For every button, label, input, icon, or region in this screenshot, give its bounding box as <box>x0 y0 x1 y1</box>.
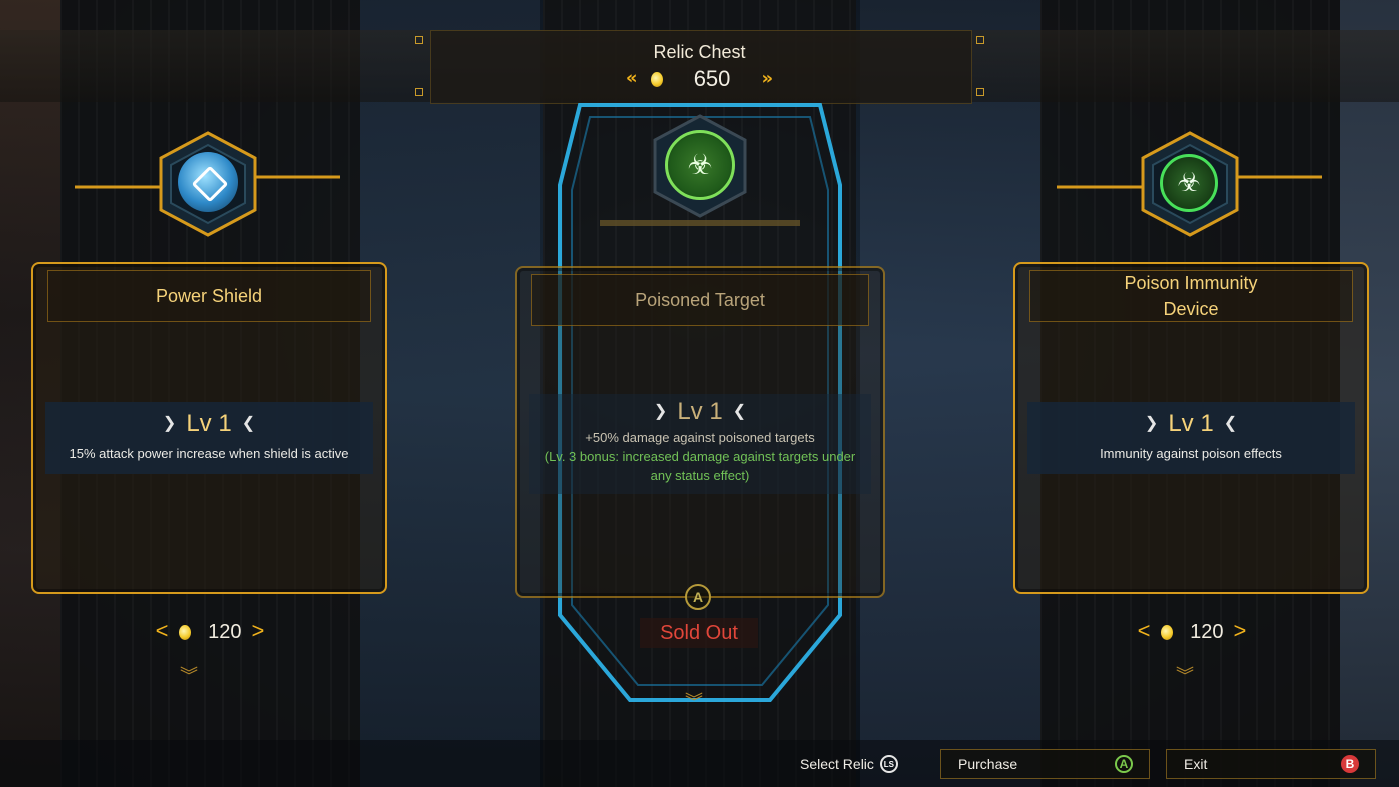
chevron-right-icon: > <box>251 618 265 643</box>
biohazard-target-icon: ☣ <box>665 130 735 200</box>
down-chevron-icon: ︾ <box>180 666 198 687</box>
purchase-button[interactable]: Purchase A <box>940 749 1150 779</box>
currency-display: « 650 » <box>0 66 1399 96</box>
relic-description: Immunity against poison effects <box>1100 446 1282 461</box>
relic-name: Poisoned Target <box>531 274 869 326</box>
chevron-right-icon: » <box>761 67 774 89</box>
b-button-icon: B <box>1341 755 1359 773</box>
relic-chest-title: Relic Chest <box>653 42 746 62</box>
chevron-left-icon: « <box>625 67 638 89</box>
relic-bonus-line: any status effect) <box>650 468 750 483</box>
sold-out-label: Sold Out <box>640 618 758 648</box>
relic-name: Power Shield <box>47 270 371 322</box>
relic-price: < 120 > <box>1137 618 1247 643</box>
relic-card-poisoned-target[interactable]: Poisoned Target ❯ Lv 1 ❮ +50% damage again… <box>515 266 885 598</box>
relic-level: ❯ Lv 1 ❮ <box>653 398 747 425</box>
select-relic-hint: Select Relic LS <box>800 755 898 773</box>
biohazard-icon: ☣ <box>1160 154 1218 212</box>
a-button-icon: A <box>685 584 711 610</box>
relic-level: ❯ Lv 1 ❮ <box>1144 410 1238 437</box>
background-mid-left <box>360 0 540 787</box>
coin-icon <box>178 625 191 641</box>
relic-price: < 120 > <box>155 618 265 643</box>
chevron-left-icon: < <box>155 618 169 643</box>
relic-level-box: ❯ Lv 1 ❮ 15% attack power increase when sh… <box>45 402 373 474</box>
relic-bonus-line: (Lv. 3 bonus: increased damage against t… <box>544 449 856 464</box>
chevron-left-icon: < <box>1137 618 1151 643</box>
a-button-icon: A <box>1115 755 1133 773</box>
coin-icon <box>1160 625 1173 641</box>
relic-card-power-shield[interactable]: Power Shield ❯ Lv 1 ❮ 15% attack power inc… <box>31 262 387 594</box>
exit-button[interactable]: Exit B <box>1166 749 1376 779</box>
relic-name: Poison Immunity Device <box>1029 270 1353 322</box>
relic-description: +50% damage against poisoned targets <box>585 430 815 445</box>
relic-card-poison-immunity[interactable]: Poison Immunity Device ❯ Lv 1 ❮ Immunity a… <box>1013 262 1369 594</box>
down-chevron-icon: ︾ <box>1176 666 1194 687</box>
relic-level-box: ❯ Lv 1 ❮ Immunity against poison effects <box>1027 402 1355 474</box>
power-shield-icon <box>178 152 238 212</box>
relic-description: 15% attack power increase when shield is… <box>69 446 349 461</box>
left-stick-icon: LS <box>879 755 898 773</box>
down-chevron-icon: ︾ <box>685 692 703 713</box>
chevron-right-icon: > <box>1233 618 1247 643</box>
coin-icon <box>650 71 663 87</box>
relic-level: ❯ Lv 1 ❮ <box>162 410 256 437</box>
currency-amount: 650 <box>693 66 731 91</box>
relic-level-box: ❯ Lv 1 ❮ +50% damage against poisoned targ… <box>529 394 871 494</box>
